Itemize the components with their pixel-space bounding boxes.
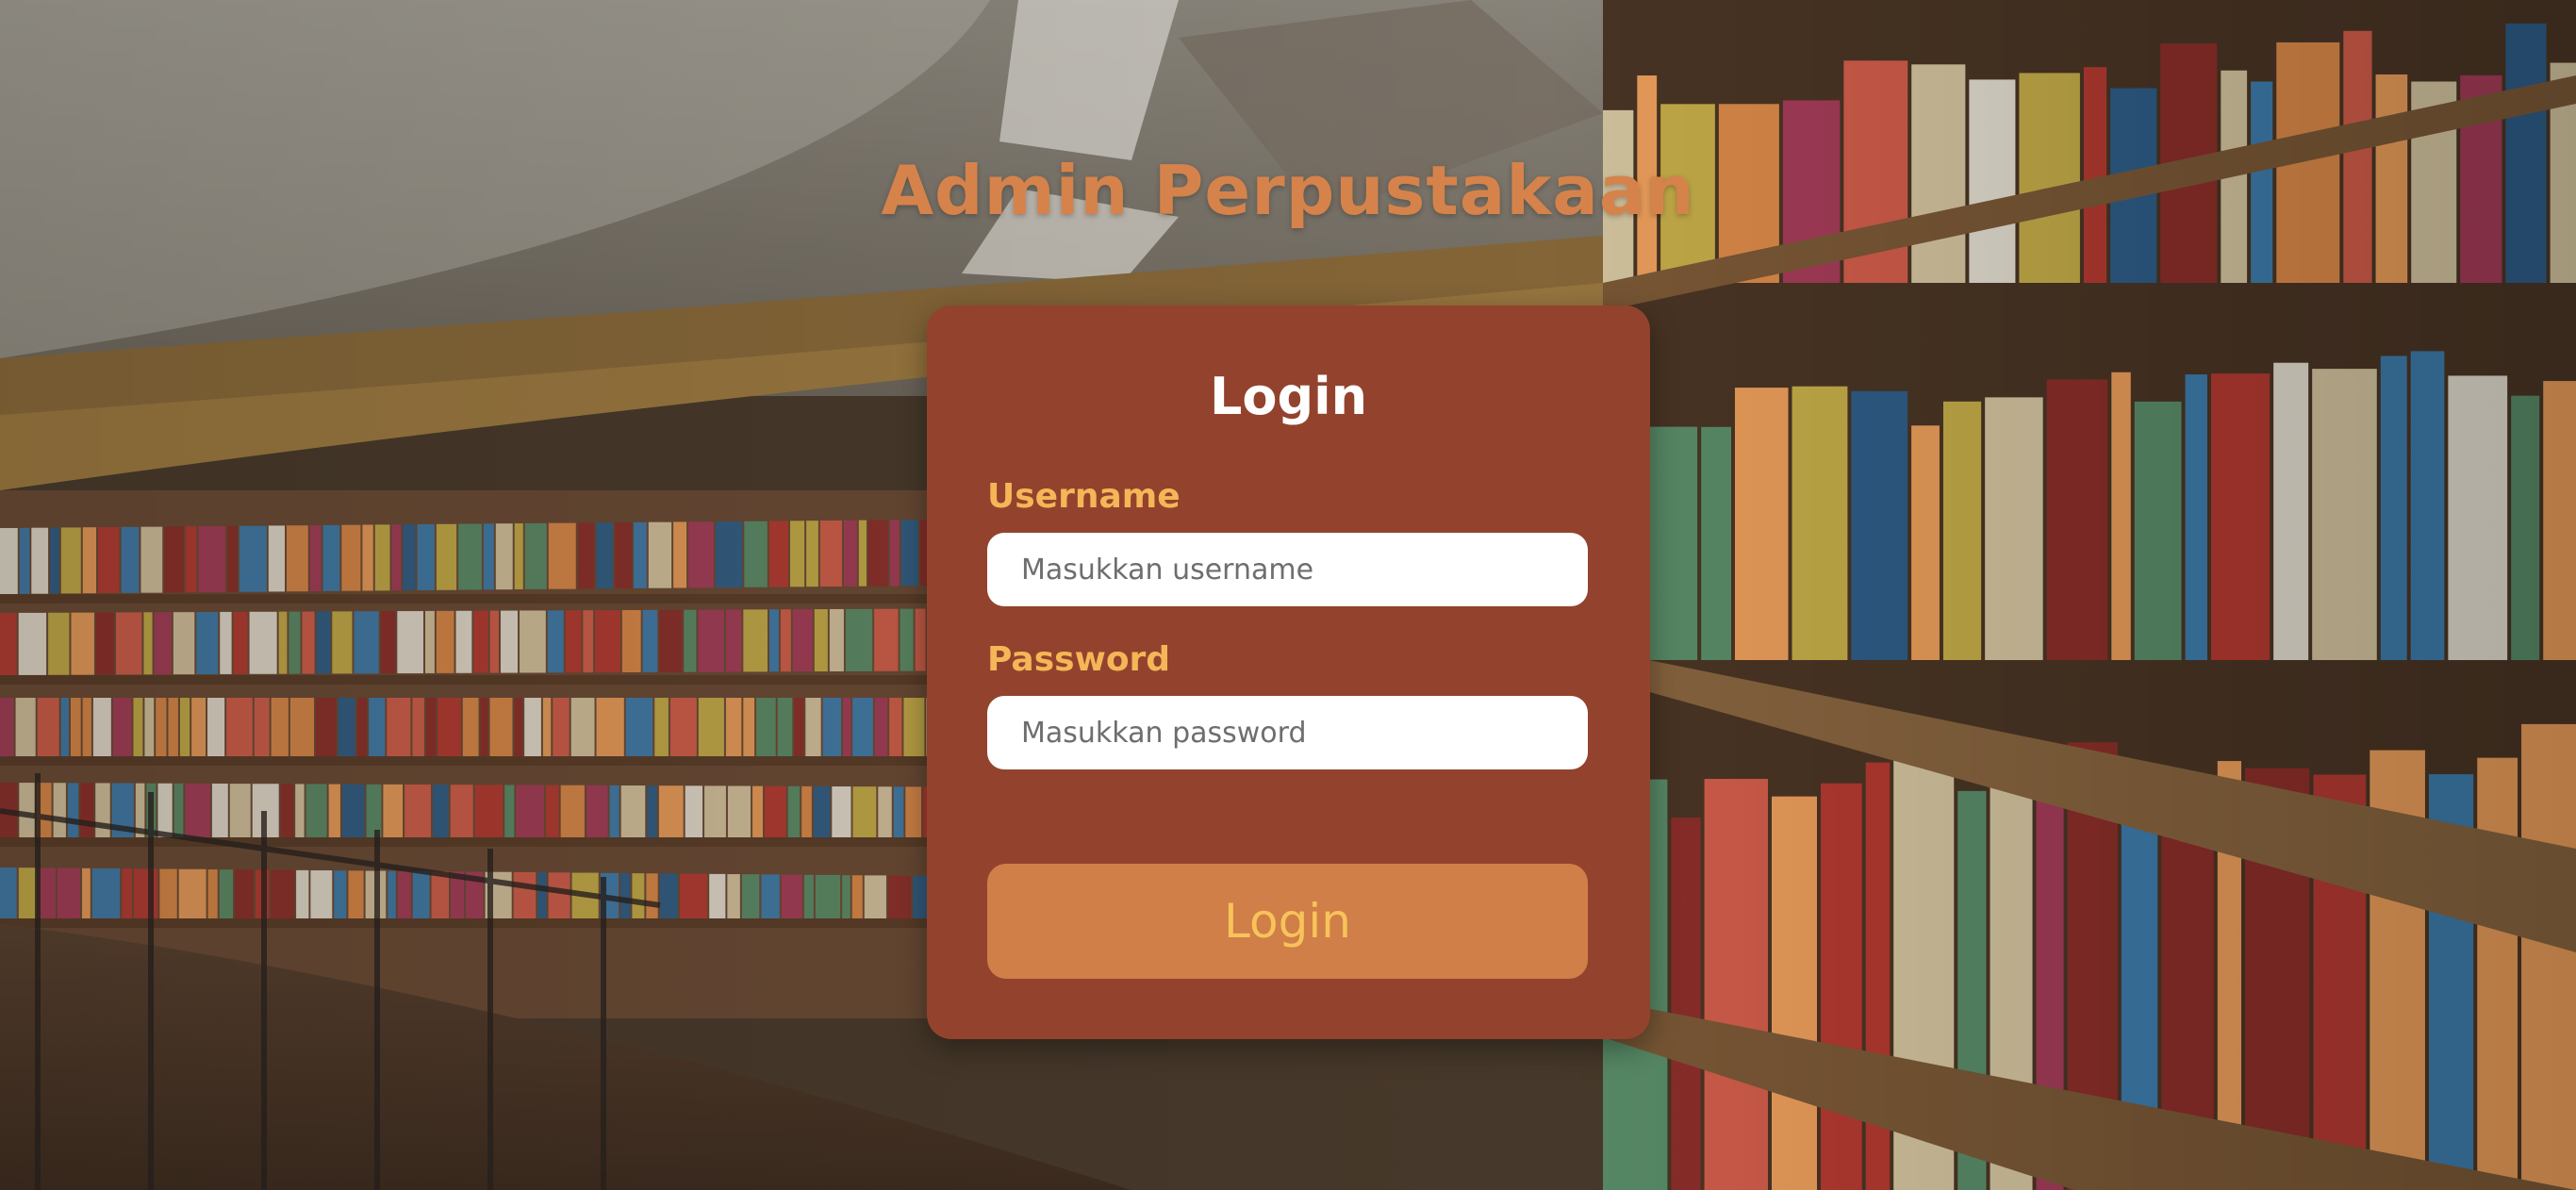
login-card: Login Username Password Login (927, 306, 1650, 1039)
password-label: Password (987, 640, 1171, 679)
username-input[interactable] (987, 533, 1588, 606)
username-label: Username (987, 477, 1181, 516)
password-input[interactable] (987, 696, 1588, 769)
login-card-title: Login (1209, 367, 1368, 426)
app-title: Admin Perpustakaan (881, 151, 1695, 230)
login-button[interactable]: Login (987, 864, 1588, 979)
